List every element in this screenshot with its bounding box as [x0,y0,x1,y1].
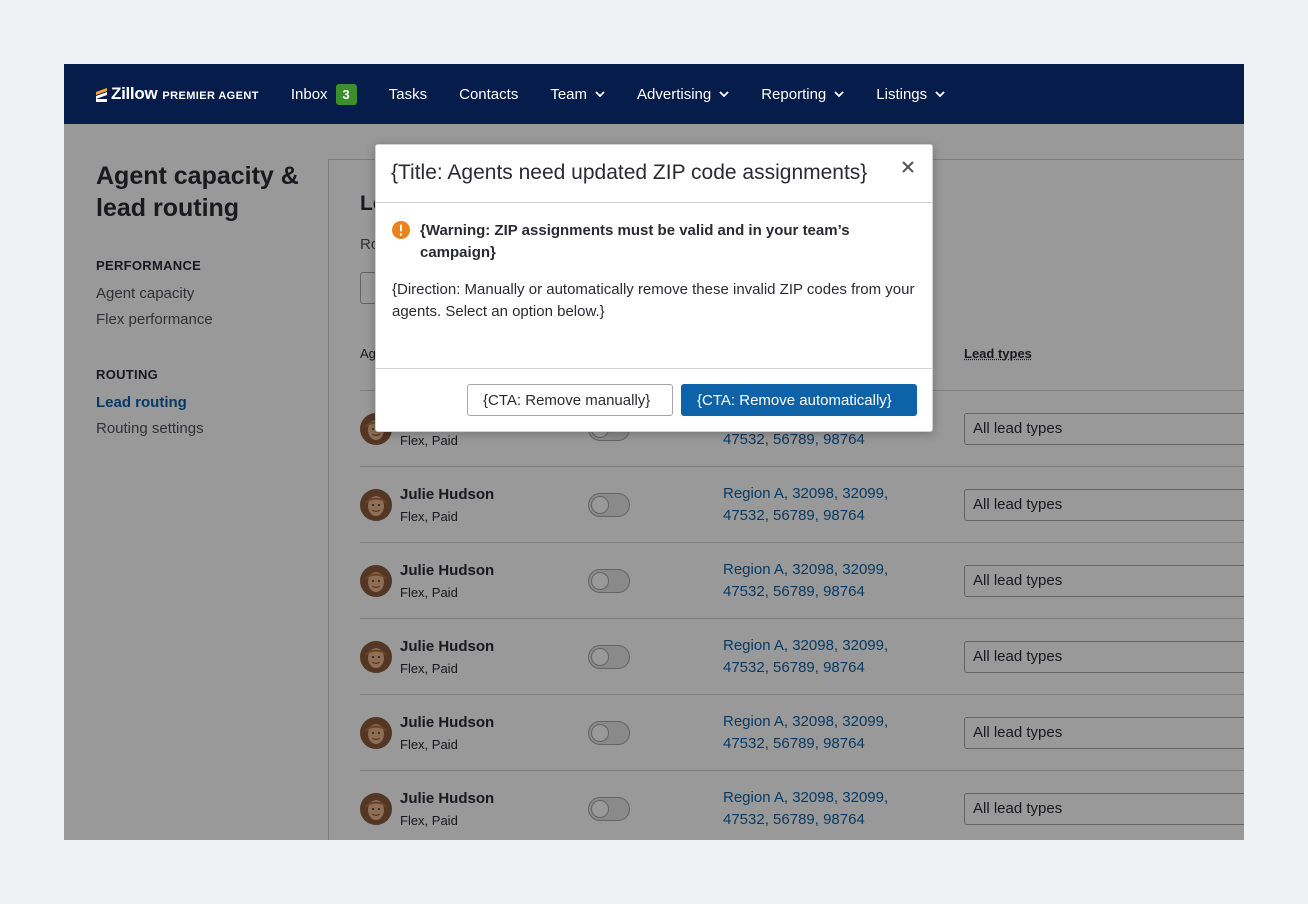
warning-icon [392,221,410,239]
chevron-down-icon [834,91,844,97]
zillow-logo-icon [96,87,107,102]
remove-automatically-button[interactable]: {CTA: Remove automatically} [681,384,917,416]
nav-team-label: Team [550,85,588,103]
nav-contacts[interactable]: Contacts [459,64,518,124]
nav-contacts-label: Contacts [459,85,519,103]
dialog-footer: {CTA: Remove manually} {CTA: Remove auto… [376,369,932,431]
nav-advertising[interactable]: Advertising [637,64,729,124]
top-navigation: Zillow PREMIER AGENT Inbox 3 Tasks Conta… [64,64,1244,124]
dialog-direction: {Direction: Manually or automatically re… [392,281,915,320]
chevron-down-icon [935,91,945,97]
dialog-header: {Title: Agents need updated ZIP code ass… [376,145,932,203]
dialog-title: {Title: Agents need updated ZIP code ass… [391,161,868,184]
app-window: Zillow PREMIER AGENT Inbox 3 Tasks Conta… [64,64,1244,840]
close-icon[interactable] [900,159,916,175]
logo-subtitle: PREMIER AGENT [162,89,259,102]
nav-reporting-label: Reporting [761,85,827,103]
nav-listings-label: Listings [876,85,928,103]
chevron-down-icon [719,91,729,97]
chevron-down-icon [595,91,605,97]
nav-inbox[interactable]: Inbox 3 [291,64,357,124]
inbox-count-badge: 3 [335,83,357,105]
nav-team[interactable]: Team [550,64,605,124]
logo-wordmark: Zillow [111,84,158,103]
remove-manually-button[interactable]: {CTA: Remove manually} [467,384,673,416]
zip-assignment-dialog: {Title: Agents need updated ZIP code ass… [375,144,933,432]
dialog-body: {Warning: ZIP assignments must be valid … [376,203,932,369]
nav-listings[interactable]: Listings [876,64,945,124]
nav-inbox-label: Inbox [290,85,328,103]
dialog-warning: {Warning: ZIP assignments must be valid … [420,222,850,261]
nav-reporting[interactable]: Reporting [761,64,844,124]
nav-advertising-label: Advertising [637,85,712,103]
zillow-premier-agent-logo[interactable]: Zillow PREMIER AGENT [96,84,259,104]
nav-tasks[interactable]: Tasks [389,64,427,124]
nav-tasks-label: Tasks [388,85,428,103]
